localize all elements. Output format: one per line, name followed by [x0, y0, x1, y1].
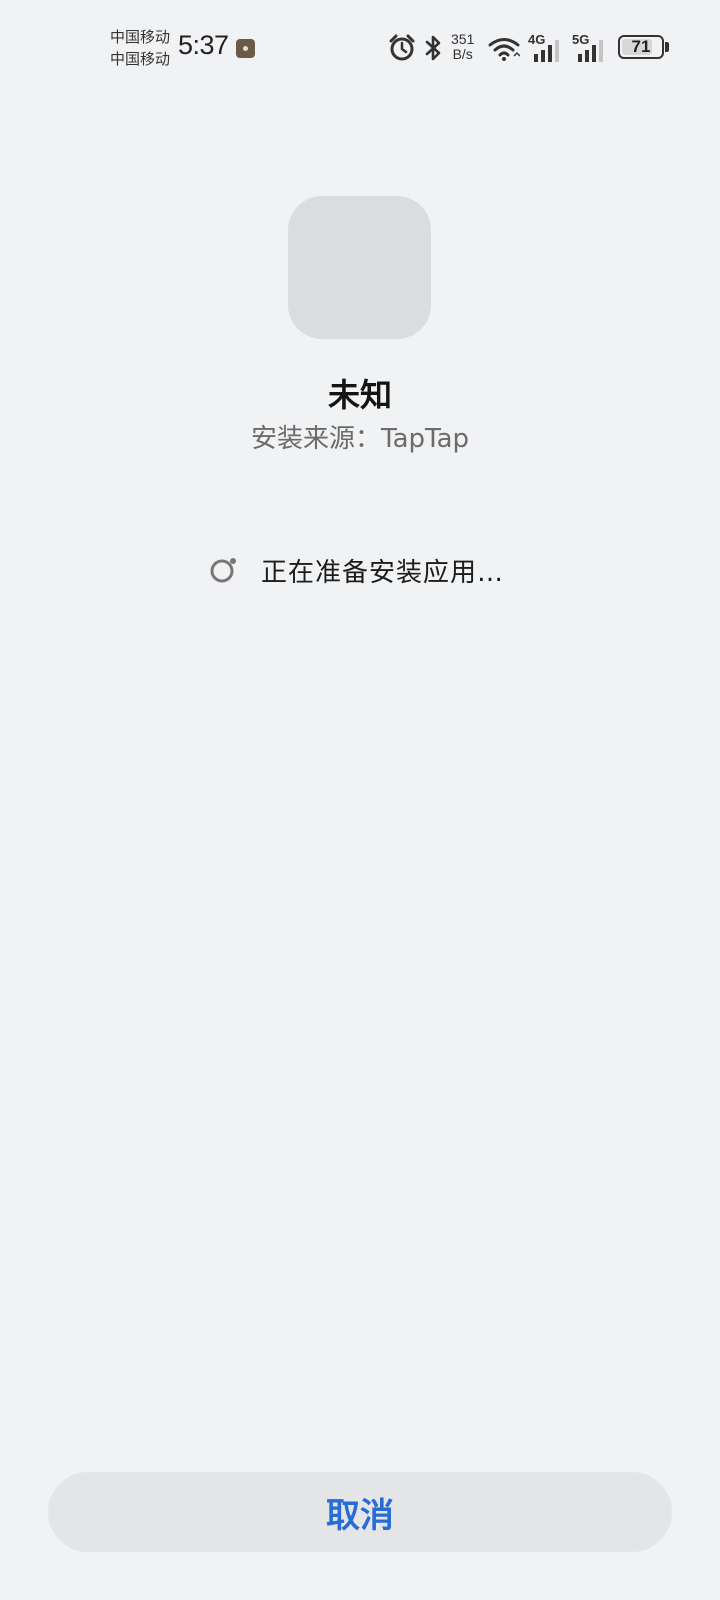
network-speed-unit: B/s: [452, 46, 473, 62]
alarm-icon: [389, 34, 415, 61]
network-speed-value: 351: [451, 31, 475, 47]
carrier-1: 中国移动: [110, 28, 171, 46]
battery-icon: 71: [618, 35, 664, 59]
app-name: 未知: [327, 376, 392, 414]
cancel-button[interactable]: 取消: [48, 1472, 672, 1552]
app-notification-icon: [236, 39, 255, 58]
install-source: 安装来源：TapTap: [250, 424, 470, 454]
status-time: 5:37: [178, 30, 229, 60]
wifi-icon: [488, 38, 520, 61]
progress-message: 正在准备安装应用…: [261, 558, 505, 588]
status-bar: 中国移动 中国移动 5:37 351 B/s 4G 5G 71: [0, 0, 720, 96]
signal-5g-icon: 5G: [572, 32, 608, 62]
signal-4g-icon: 4G: [528, 32, 564, 62]
battery-level: 71: [631, 37, 651, 56]
loading-spinner-icon: [210, 558, 236, 583]
network-speed: 351 B/s: [451, 32, 474, 62]
carrier-2: 中国移动: [110, 50, 171, 68]
carrier-labels: 中国移动 中国移动: [110, 26, 170, 70]
bluetooth-icon: [425, 35, 441, 61]
battery-tip: [665, 42, 669, 52]
app-icon-placeholder: [288, 196, 431, 339]
